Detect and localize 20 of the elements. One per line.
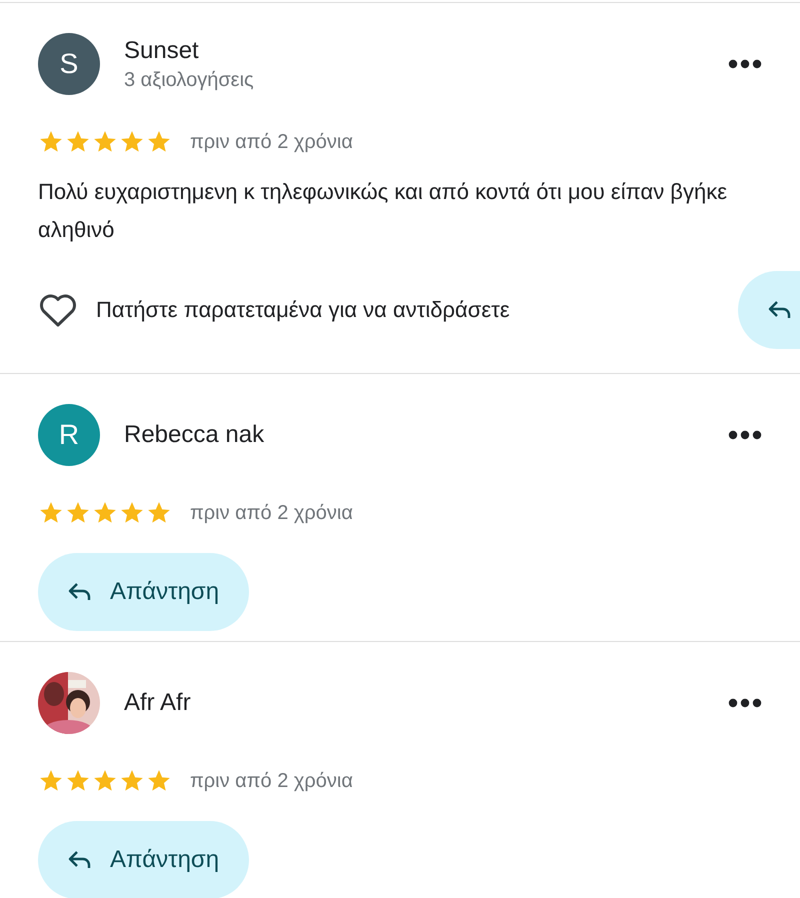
- react-hint: Πατήστε παρατεταμένα για να αντιδράσετε: [96, 297, 510, 323]
- reviewer-name: Sunset: [124, 36, 200, 64]
- more-icon[interactable]: [728, 698, 762, 708]
- more-icon[interactable]: [728, 430, 762, 440]
- heart-icon[interactable]: [38, 292, 78, 328]
- reply-button[interactable]: Απάντηση: [38, 553, 250, 631]
- reviewer-name: Rebecca nak: [124, 421, 266, 449]
- reply-icon: [768, 300, 792, 320]
- reply-button[interactable]: Απάντηση: [38, 821, 250, 898]
- review-time: πριν από 2 χρόνια: [190, 502, 353, 524]
- reviewer-name: Afr Afr: [124, 689, 192, 717]
- review-time: πριν από 2 χρόνια: [190, 130, 353, 154]
- review-count: 3 αξιολογήσεις: [124, 68, 255, 92]
- reply-icon: [68, 850, 92, 870]
- review-time: πριν από 2 χρόνια: [190, 770, 353, 792]
- more-icon[interactable]: [728, 59, 762, 69]
- reply-icon: [68, 582, 92, 602]
- avatar: R: [38, 404, 100, 466]
- review-text: Πολύ ευχαριστημενη κ τηλεφωνικώς και από κοντά ότι μου είπαν βγήκε αληθινό: [38, 178, 728, 244]
- avatar: S: [38, 33, 100, 95]
